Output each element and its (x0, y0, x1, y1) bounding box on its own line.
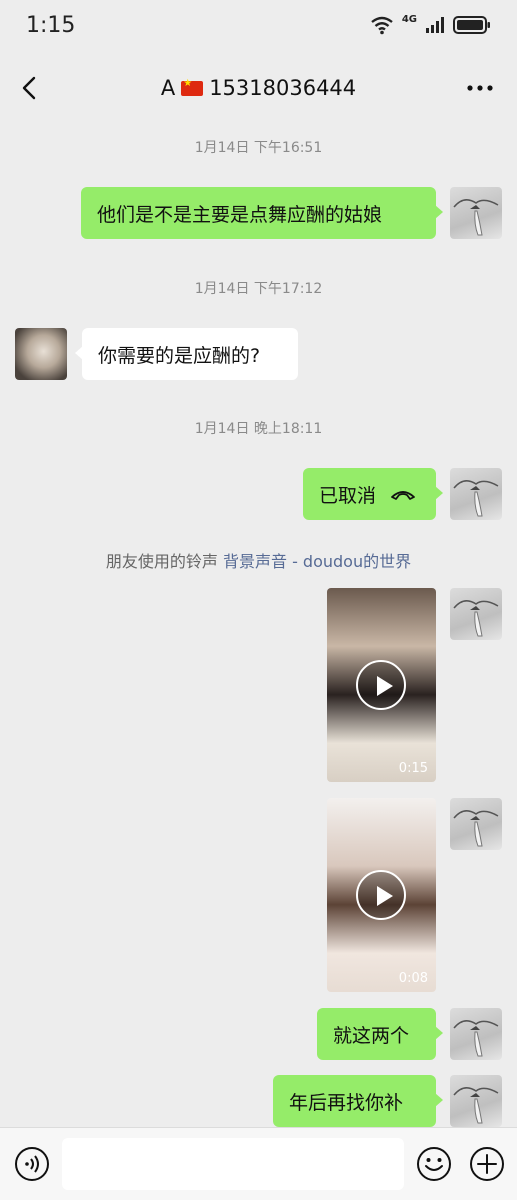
video-message[interactable]: 0:15 (327, 588, 436, 782)
ink-painting-icon (453, 810, 499, 847)
self-avatar[interactable] (450, 588, 502, 640)
status-bar: 1:15 4G (0, 0, 517, 50)
play-icon[interactable] (356, 660, 406, 710)
more-dots-icon[interactable] (465, 74, 495, 102)
message-input[interactable] (62, 1138, 404, 1190)
self-avatar[interactable] (450, 1075, 502, 1127)
chat-title: A 15318036444 (161, 76, 356, 100)
message-bubble-friend[interactable]: 你需要的是应酬的? (75, 328, 298, 380)
ink-painting-icon (453, 480, 499, 517)
self-avatar[interactable] (450, 798, 502, 850)
phone-hangup-icon (391, 491, 415, 500)
china-flag-icon (181, 78, 204, 96)
self-avatar[interactable] (450, 1008, 502, 1060)
message-bubble-self[interactable]: 年后再找你补 (273, 1075, 443, 1127)
video-duration: 0:08 (398, 971, 428, 986)
ringtone-note: 朋友使用的铃声 背景声音 - doudou的世界 (0, 548, 517, 572)
chevron-left-icon[interactable] (16, 74, 44, 102)
status-time: 1:15 (26, 12, 76, 38)
video-message[interactable]: 0:08 (327, 798, 436, 992)
message-timestamp: 1月14日 下午16:51 (194, 140, 323, 156)
wifi-icon (371, 16, 393, 35)
call-bubble[interactable]: 已取消 (303, 468, 443, 520)
network-label: 4G (401, 13, 417, 25)
message-timestamp: 1月14日 下午17:12 (194, 281, 323, 297)
chat-title-prefix: A (160, 76, 176, 100)
ringtone-prefix: 朋友使用的铃声 (105, 552, 218, 571)
ink-painting-icon (453, 199, 499, 236)
self-avatar[interactable] (450, 468, 502, 520)
message-timestamp: 1月14日 晚上18:11 (194, 421, 323, 437)
message-bubble-self[interactable]: 就这两个 (317, 1008, 443, 1060)
signal-icon (426, 17, 444, 33)
battery-icon (453, 16, 490, 34)
plus-icon[interactable] (469, 1146, 505, 1182)
ink-painting-icon (453, 600, 499, 637)
video-duration: 0:15 (398, 761, 428, 776)
message-bubble-self[interactable]: 他们是不是主要是点舞应酬的姑娘 (81, 187, 443, 239)
chat-title-phone: 15318036444 (209, 76, 357, 100)
self-avatar[interactable] (450, 187, 502, 239)
friend-avatar[interactable] (15, 328, 67, 380)
emoji-icon[interactable] (416, 1146, 452, 1182)
ink-painting-icon (453, 1020, 499, 1057)
ringtone-link[interactable]: 背景声音 - doudou的世界 (223, 552, 411, 571)
voice-input-icon[interactable] (14, 1146, 50, 1182)
call-status-text: 已取消 (319, 484, 377, 507)
play-icon[interactable] (356, 870, 406, 920)
status-indicators: 4G (370, 13, 491, 35)
chat-header: A 15318036444 (0, 60, 517, 116)
ink-painting-icon (453, 1087, 499, 1124)
input-bar (0, 1127, 517, 1200)
